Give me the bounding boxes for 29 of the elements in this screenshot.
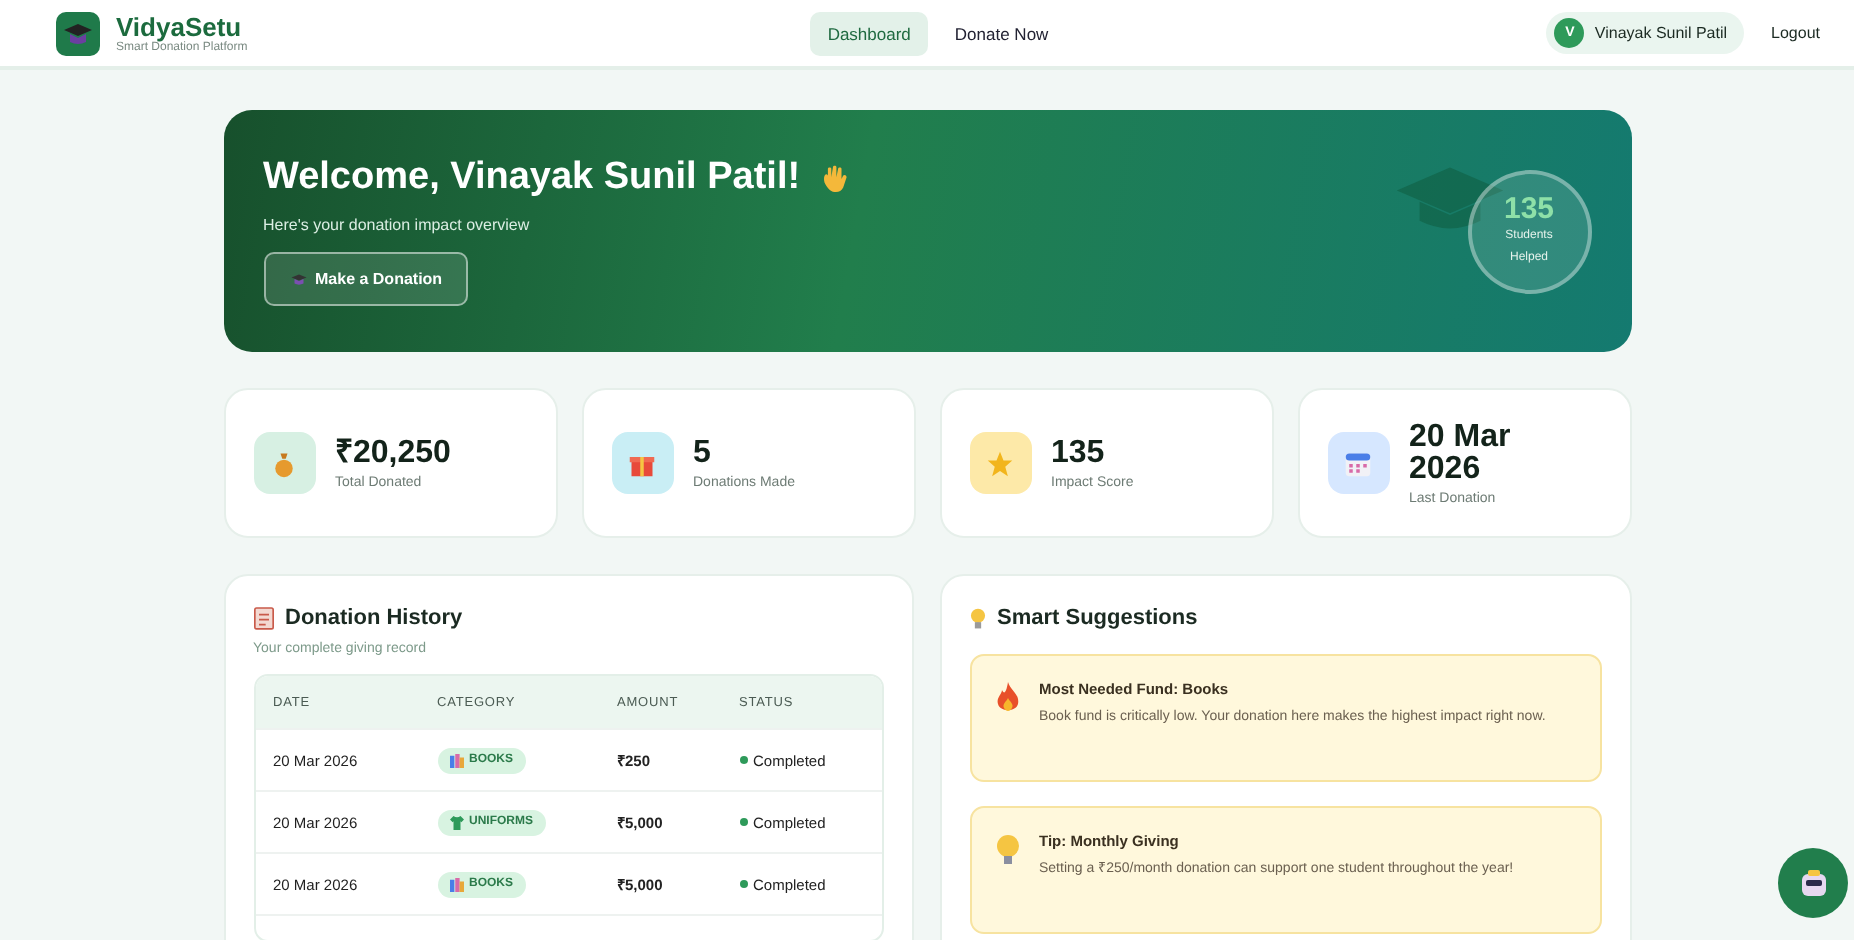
- stat-value: 5: [693, 437, 713, 469]
- notepad-icon: [253, 606, 273, 630]
- logout-link[interactable]: Logout: [1771, 24, 1820, 42]
- card-title: Smart Suggestions: [997, 606, 1198, 630]
- welcome-title: Welcome, Vinayak Sunil Patil!: [263, 156, 801, 200]
- light-bulb-icon: [969, 607, 985, 629]
- stat-value: 135: [1051, 437, 1107, 469]
- stat-value: ₹20,250: [335, 437, 453, 469]
- stat-value: 20 Mar 2026: [1409, 421, 1513, 485]
- students-count: 135: [1503, 192, 1555, 226]
- nav-link[interactable]: Donate Now: [936, 11, 1067, 55]
- make-donation-button[interactable]: Make a Donation: [263, 252, 469, 306]
- graduation-cap-icon: [289, 270, 307, 288]
- shirt-icon: [449, 815, 463, 829]
- brand-name: VidyaSetu: [116, 12, 242, 42]
- light-bulb-icon: [995, 834, 1019, 866]
- nav-link[interactable]: Dashboard: [809, 11, 929, 55]
- chatbot-button[interactable]: [1778, 848, 1848, 918]
- books-icon: [449, 753, 463, 767]
- calendar-icon: [1344, 449, 1372, 477]
- logo-icon: [56, 11, 100, 55]
- money-bag-icon: [270, 449, 298, 477]
- fire-icon: [995, 682, 1019, 714]
- card-title: Donation History: [285, 606, 463, 630]
- star-icon: [986, 449, 1014, 477]
- welcome-subtitle: Here's your donation impact overview: [263, 216, 532, 234]
- user-name: Vinayak Sunil Patil: [1594, 24, 1728, 42]
- robot-icon: [1797, 867, 1829, 899]
- books-icon: [449, 877, 463, 891]
